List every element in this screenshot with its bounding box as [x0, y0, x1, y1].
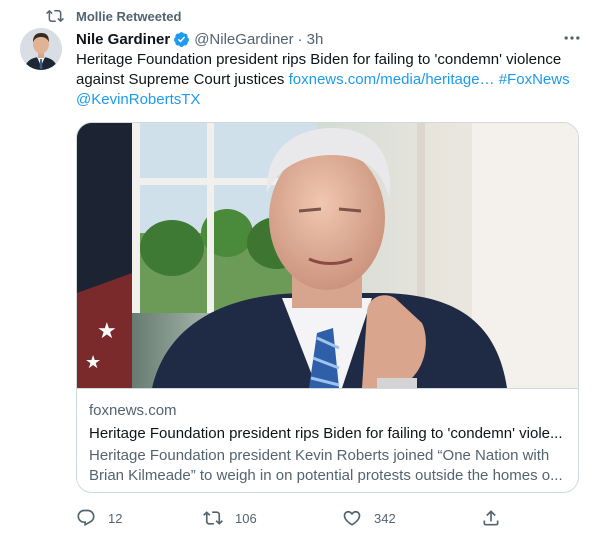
news-photo-portrait: ★ ★ [77, 123, 578, 388]
retweet-banner: Mollie Retweeted [46, 7, 181, 25]
like-button[interactable]: 342 [342, 507, 396, 529]
tweet-timestamp[interactable]: 3h [307, 31, 324, 48]
verified-badge-icon [174, 31, 190, 47]
card-description: Heritage Foundation president Kevin Robe… [89, 447, 563, 484]
reply-icon [77, 509, 95, 527]
svg-text:★: ★ [97, 319, 117, 344]
author-handle[interactable]: @NileGardiner [194, 31, 293, 48]
like-count: 342 [374, 510, 396, 526]
card-divider [77, 388, 578, 389]
heart-icon [343, 510, 361, 526]
share-icon [483, 510, 499, 526]
card-image: ★ ★ [77, 123, 578, 388]
reply-button[interactable]: 12 [76, 507, 122, 529]
retweet-icon [203, 511, 223, 525]
card-domain: foxnews.com [89, 402, 177, 419]
display-name[interactable]: Nile Gardiner [76, 31, 170, 48]
retweet-icon [46, 9, 64, 23]
share-button[interactable] [481, 507, 501, 529]
tweet-text: Heritage Foundation president rips Biden… [76, 50, 576, 110]
link-card[interactable]: ★ ★ foxnews.com Heritage Foundation pres… [76, 122, 579, 493]
retweet-button[interactable]: 106 [203, 507, 257, 529]
svg-text:★: ★ [85, 352, 101, 373]
meta-separator: · [297, 30, 303, 48]
tweet[interactable]: Mollie Retweeted Nile Gardiner @NileGard… [0, 0, 598, 540]
mention-link[interactable]: @KevinRobertsTX [76, 91, 200, 108]
tweet-header: Nile Gardiner @NileGardiner · 3h [76, 29, 323, 49]
retweet-count: 106 [235, 510, 257, 526]
tweet-link[interactable]: foxnews.com/media/heritage… [289, 71, 495, 88]
more-button[interactable] [560, 28, 584, 48]
hashtag-link[interactable]: #FoxNews [499, 71, 570, 88]
avatar[interactable] [20, 28, 62, 70]
avatar-photo [20, 28, 62, 70]
card-title: Heritage Foundation president rips Biden… [89, 425, 563, 442]
more-horizontal-icon [564, 36, 580, 40]
reply-count: 12 [108, 510, 123, 526]
retweet-label: Mollie Retweeted [76, 8, 182, 24]
